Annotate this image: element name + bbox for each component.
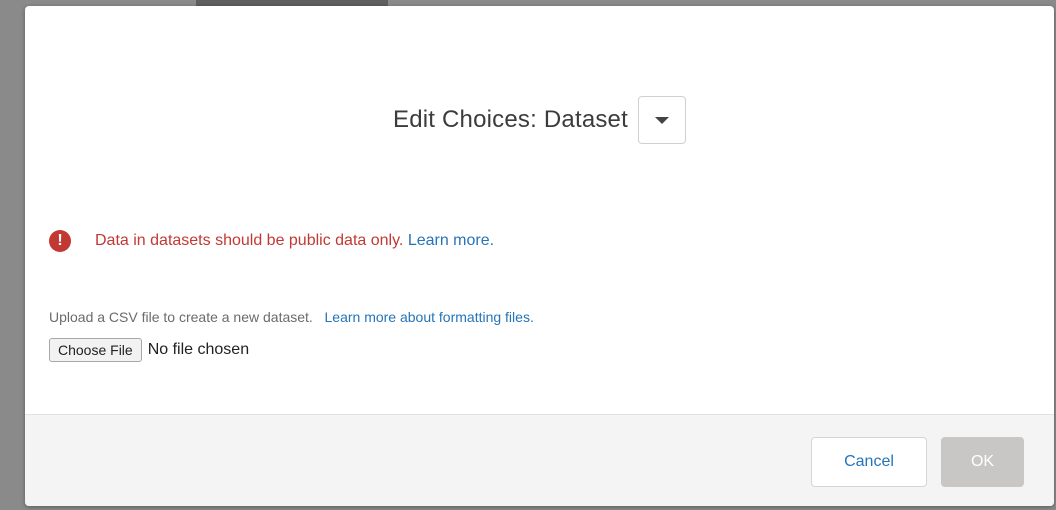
upload-description-text: Upload a CSV file to create a new datase…	[49, 309, 313, 325]
cancel-button[interactable]: Cancel	[811, 437, 927, 487]
caret-down-icon	[654, 116, 669, 124]
learn-more-link[interactable]: Learn more.	[408, 232, 494, 250]
edit-choices-dialog: Edit Choices: Dataset ! Data in datasets…	[25, 6, 1054, 506]
warning-text: Data in datasets should be public data o…	[95, 232, 404, 249]
file-status: No file chosen	[147, 341, 250, 358]
dataset-dropdown-button[interactable]	[637, 96, 686, 144]
dialog-title: Edit Choices: Dataset	[393, 106, 628, 133]
exclamation-circle-icon: !	[49, 230, 71, 252]
dialog-header: Edit Choices: Dataset	[25, 96, 1054, 144]
public-data-warning: ! Data in datasets should be public data…	[49, 230, 494, 252]
ok-button[interactable]: OK	[941, 437, 1024, 487]
file-input-row: Choose File No file chosen	[49, 338, 249, 362]
formatting-files-link[interactable]: Learn more about formatting files.	[325, 309, 534, 325]
dialog-footer: Cancel OK	[25, 414, 1054, 506]
upload-description: Upload a CSV file to create a new datase…	[49, 309, 534, 325]
choose-file-button[interactable]: Choose File	[49, 338, 142, 362]
